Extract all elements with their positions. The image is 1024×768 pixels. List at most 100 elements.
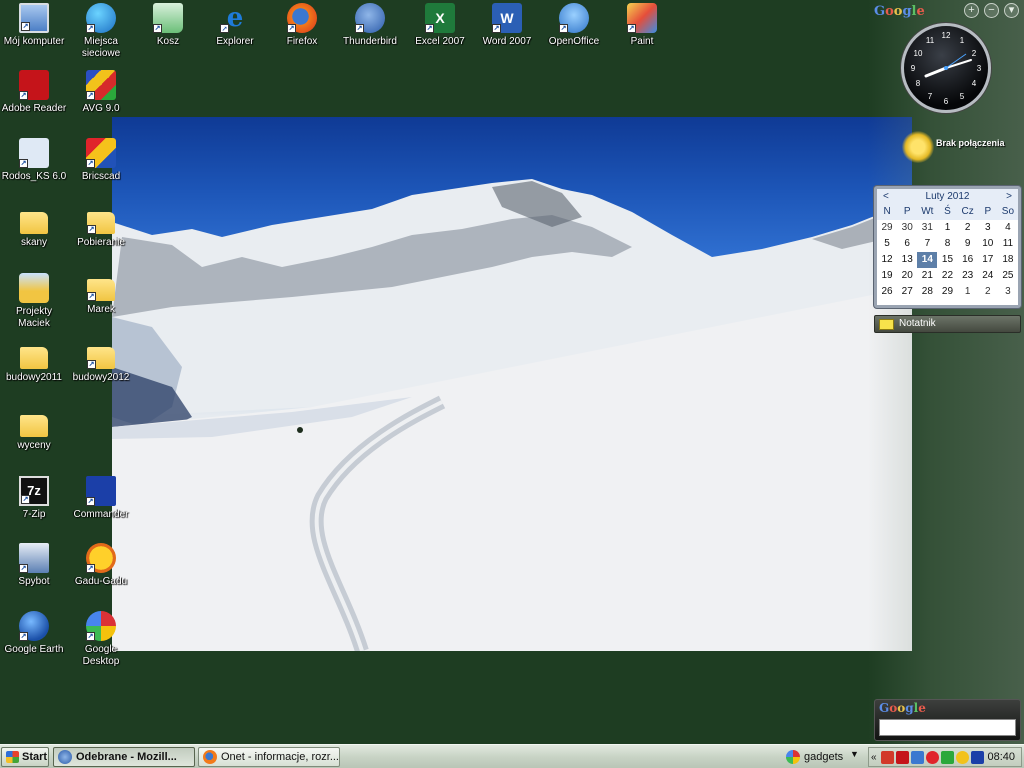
- desktop-icon-internet-explorer[interactable]: e ↗ Explorer: [201, 3, 269, 48]
- desktop-icon-computer[interactable]: ↗ Mój komputer: [0, 3, 68, 48]
- desktop-icon-excel[interactable]: X ↗ Excel 2007: [406, 3, 474, 48]
- excel-icon: X ↗: [425, 3, 455, 33]
- calendar-day[interactable]: 8: [937, 236, 957, 252]
- calendar-day[interactable]: 19: [877, 268, 897, 284]
- tray-clock[interactable]: 08:40: [987, 751, 1021, 763]
- firefox-icon: [203, 750, 217, 764]
- desktop-icon-folder[interactable]: budowy2011: [0, 341, 68, 384]
- calendar-day[interactable]: 26: [877, 284, 897, 300]
- calendar-day[interactable]: 29: [937, 284, 957, 300]
- desktop-icon-label: Mój komputer: [3, 36, 65, 47]
- task-button-thunderbird[interactable]: Odebrane - Mozill...: [53, 747, 195, 767]
- desktop-icon-recycle-bin[interactable]: ↗ Kosz: [134, 3, 202, 48]
- calendar-day[interactable]: 4: [998, 220, 1018, 236]
- calendar-day[interactable]: 17: [978, 252, 998, 268]
- calendar-day[interactable]: 7: [917, 236, 937, 252]
- calendar-day[interactable]: 6: [897, 236, 917, 252]
- calendar-day[interactable]: 12: [877, 252, 897, 268]
- desktop-icon-google-earth[interactable]: ↗ Google Earth: [0, 611, 68, 656]
- desktop-icon-openoffice[interactable]: ↗ OpenOffice: [540, 3, 608, 48]
- desktop-icon-folder[interactable]: ↗ Marek: [67, 273, 135, 316]
- desktop-icon-bricscad[interactable]: ↗ Bricscad: [67, 138, 135, 183]
- calendar-day[interactable]: 31: [917, 220, 937, 236]
- update-tray-icon[interactable]: [941, 750, 954, 764]
- desktop-icon-folder[interactable]: ↗ budowy2012: [67, 341, 135, 384]
- calendar-day[interactable]: 28: [917, 284, 937, 300]
- calendar-day[interactable]: 11: [998, 236, 1018, 252]
- calendar-day[interactable]: 22: [937, 268, 957, 284]
- sidebar-add-button[interactable]: +: [964, 3, 979, 18]
- desktop-icon-rodos[interactable]: ↗ Rodos_KS 6.0: [0, 138, 68, 183]
- desktop-icon-folder[interactable]: wyceny: [0, 409, 68, 452]
- calendar-day[interactable]: 30: [897, 220, 917, 236]
- desktop-icon-google-desktop[interactable]: ↗ Google Desktop: [67, 611, 135, 668]
- notes-gadget[interactable]: Notatnik: [874, 315, 1021, 333]
- antivirus-tray-icon[interactable]: [881, 750, 894, 764]
- weather-status[interactable]: Brak połączenia: [936, 138, 1005, 148]
- calendar-day[interactable]: 25: [998, 268, 1018, 284]
- shield-tray-icon[interactable]: [956, 750, 969, 764]
- desktop-icon-folder[interactable]: ↗ Pobieranie: [67, 206, 135, 249]
- google-gadgets-icon: [786, 750, 800, 764]
- paint-icon: ↗: [627, 3, 657, 33]
- calendar-day-today[interactable]: 14: [917, 252, 938, 268]
- desktop-icon-paint[interactable]: ↗ Paint: [608, 3, 676, 48]
- desktop-icon-thunderbird[interactable]: ↗ Thunderbird: [336, 3, 404, 48]
- calendar-day[interactable]: 29: [877, 220, 897, 236]
- desktop-icon-7zip[interactable]: 7z ↗ 7-Zip: [0, 476, 68, 521]
- display-tray-icon[interactable]: [971, 750, 984, 764]
- desktop-icon-spybot[interactable]: ↗ Spybot: [0, 543, 68, 588]
- projects-icon: [19, 273, 49, 303]
- shortcut-arrow-icon: ↗: [19, 632, 28, 641]
- desktop-icon-network-places[interactable]: ↗ Miejsca sieciowe: [67, 3, 135, 60]
- calendar-day[interactable]: 3: [978, 220, 998, 236]
- desktop-icon-gadu-gadu[interactable]: ↗ Gadu-Gadu: [67, 543, 135, 588]
- calendar-day[interactable]: 1: [958, 284, 978, 300]
- shortcut-arrow-icon: ↗: [220, 24, 229, 33]
- calendar-day[interactable]: 27: [897, 284, 917, 300]
- shortcut-arrow-icon: ↗: [287, 24, 296, 33]
- calendar-day[interactable]: 18: [998, 252, 1018, 268]
- calendar-day[interactable]: 2: [958, 220, 978, 236]
- calendar-day[interactable]: 13: [897, 252, 917, 268]
- gadgets-toolbar-button[interactable]: gadgets: [784, 748, 843, 766]
- network-tray-icon[interactable]: [911, 750, 924, 764]
- calendar-day[interactable]: 10: [978, 236, 998, 252]
- adobe-reader-icon: ↗: [19, 70, 49, 100]
- calendar-day[interactable]: 24: [978, 268, 998, 284]
- calendar-next-button[interactable]: >: [1006, 191, 1012, 202]
- adobe-tray-icon[interactable]: [896, 750, 909, 764]
- desktop-icon-commander[interactable]: ↗ Commander: [67, 476, 135, 521]
- task-button-firefox[interactable]: Onet - informacje, rozr...: [198, 747, 340, 767]
- clock-gadget[interactable]: 12 1 2 345 678 9 10 11: [901, 23, 991, 113]
- calendar-day[interactable]: 1: [937, 220, 957, 236]
- calendar-day[interactable]: 23: [958, 268, 978, 284]
- shortcut-arrow-icon: ↗: [87, 225, 96, 234]
- desktop-icon-adobe-reader[interactable]: ↗ Adobe Reader: [0, 70, 68, 115]
- desktop-icon-folder[interactable]: skany: [0, 206, 68, 249]
- tray-expand-icon[interactable]: «: [871, 752, 879, 763]
- desktop-icon-avg[interactable]: ↗ AVG 9.0: [67, 70, 135, 115]
- calendar-day[interactable]: 3: [998, 284, 1018, 300]
- google-search-input[interactable]: [879, 719, 1016, 736]
- security-tray-icon[interactable]: [926, 750, 939, 764]
- shortcut-arrow-icon: ↗: [627, 24, 636, 33]
- start-button[interactable]: Start: [1, 747, 49, 767]
- desktop-icon-firefox[interactable]: ↗ Firefox: [268, 3, 336, 48]
- calendar-day[interactable]: 16: [958, 252, 978, 268]
- calendar-day[interactable]: 5: [877, 236, 897, 252]
- desktop-icon-label: AVG 9.0: [82, 103, 120, 114]
- desktop-icon-projects[interactable]: Projekty Maciek: [0, 273, 68, 330]
- gadgets-dropdown-icon[interactable]: ▼: [850, 749, 859, 759]
- calendar-day[interactable]: 20: [897, 268, 917, 284]
- desktop-icon-word[interactable]: W ↗ Word 2007: [473, 3, 541, 48]
- calendar-day[interactable]: 21: [917, 268, 937, 284]
- calendar-day[interactable]: 15: [937, 252, 957, 268]
- sidebar-menu-button[interactable]: ▾: [1004, 3, 1019, 18]
- calendar-weekday: Wt: [917, 204, 938, 220]
- sidebar-minimize-button[interactable]: −: [984, 3, 999, 18]
- network-places-icon: ↗: [86, 3, 116, 33]
- calendar-day[interactable]: 2: [978, 284, 998, 300]
- calendar-prev-button[interactable]: <: [883, 191, 889, 202]
- calendar-day[interactable]: 9: [958, 236, 978, 252]
